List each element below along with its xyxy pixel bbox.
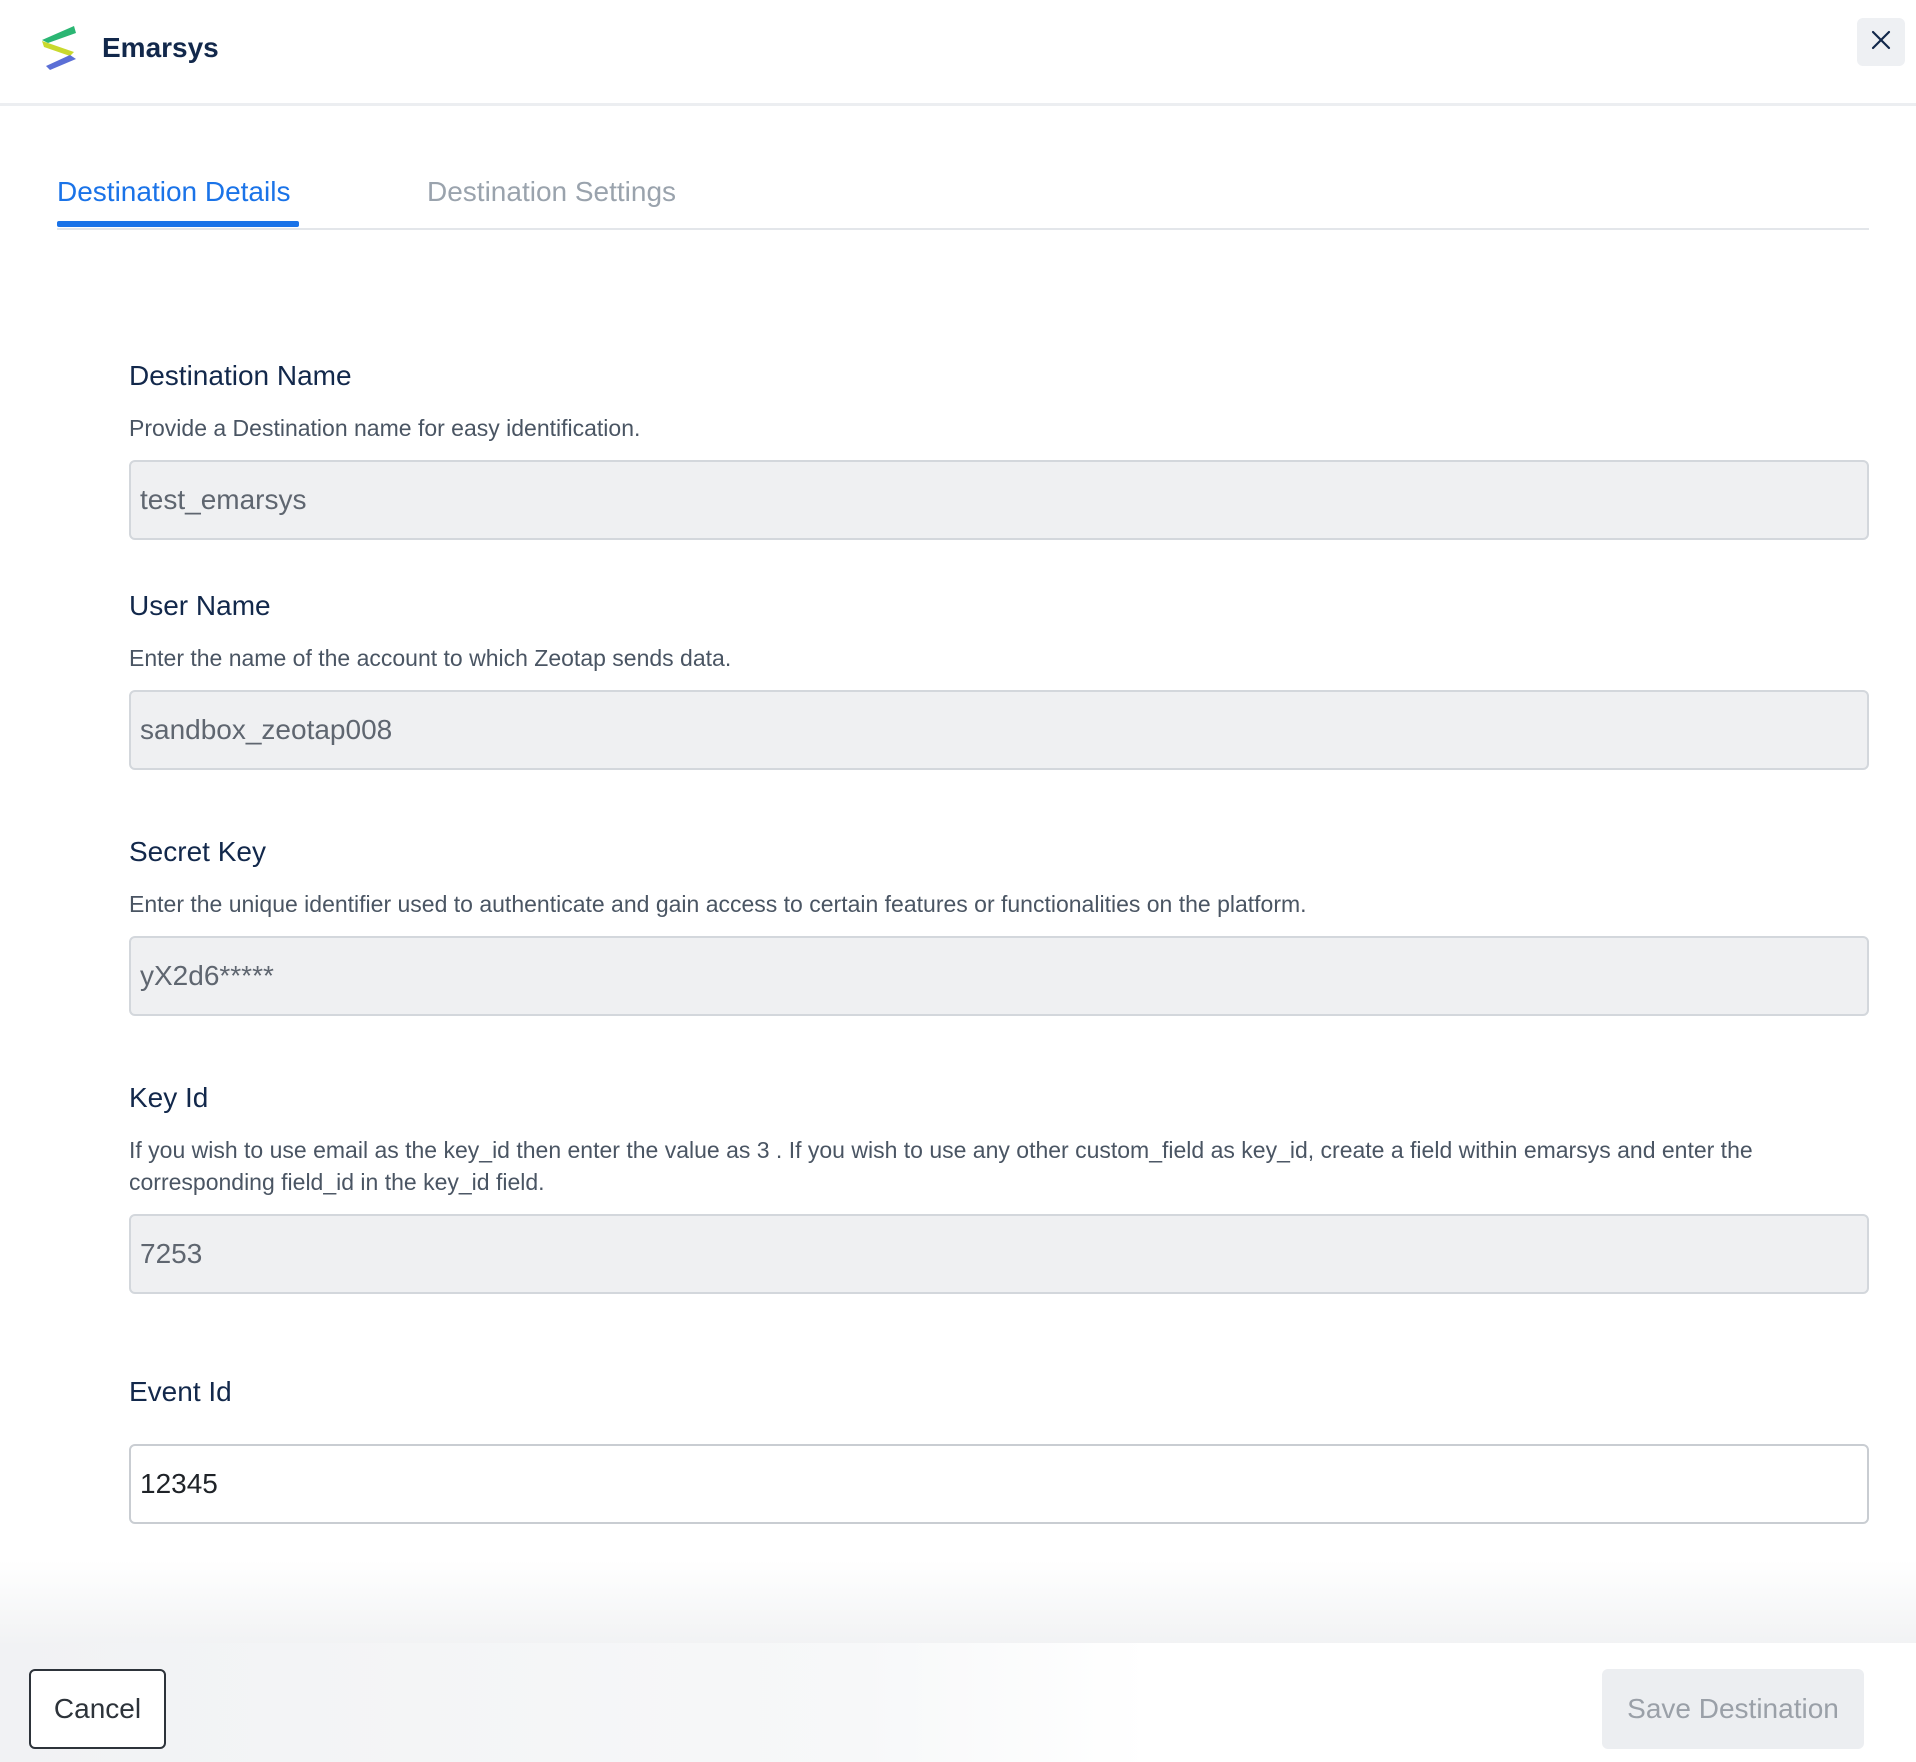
- user-name-input[interactable]: [129, 690, 1869, 770]
- key-id-label: Key Id: [129, 1082, 209, 1113]
- app-title: Emarsys: [102, 32, 219, 63]
- emarsys-logo-icon: [40, 24, 78, 72]
- secret-key-description: Enter the unique identifier used to auth…: [129, 891, 1307, 917]
- save-destination-button[interactable]: Save Destination: [1602, 1669, 1864, 1749]
- key-id-description: If you wish to use email as the key_id t…: [129, 1137, 1753, 1195]
- close-icon: [1870, 29, 1892, 56]
- modal-footer: Cancel Save Destination: [0, 1643, 1916, 1762]
- key-id-input[interactable]: [129, 1214, 1869, 1294]
- user-name-description: Enter the name of the account to which Z…: [129, 645, 732, 671]
- destination-name-label: Destination Name: [129, 360, 352, 391]
- close-button[interactable]: [1857, 18, 1905, 66]
- tab-destination-details[interactable]: Destination Details: [57, 174, 290, 210]
- modal-header: Emarsys: [0, 0, 1916, 106]
- footer-shadow: [0, 1560, 1916, 1644]
- active-tab-indicator: [57, 221, 299, 227]
- tab-destination-settings[interactable]: Destination Settings: [427, 174, 676, 210]
- cancel-button[interactable]: Cancel: [29, 1669, 166, 1749]
- event-id-input[interactable]: [129, 1444, 1869, 1524]
- tab-bar: Destination Details Destination Settings: [57, 168, 1869, 230]
- user-name-label: User Name: [129, 590, 271, 621]
- destination-name-input[interactable]: [129, 460, 1869, 540]
- event-id-label: Event Id: [129, 1376, 232, 1407]
- secret-key-label: Secret Key: [129, 836, 266, 867]
- destination-name-description: Provide a Destination name for easy iden…: [129, 415, 641, 441]
- secret-key-input[interactable]: [129, 936, 1869, 1016]
- destination-modal: Emarsys Destination Details Destination …: [0, 0, 1916, 1762]
